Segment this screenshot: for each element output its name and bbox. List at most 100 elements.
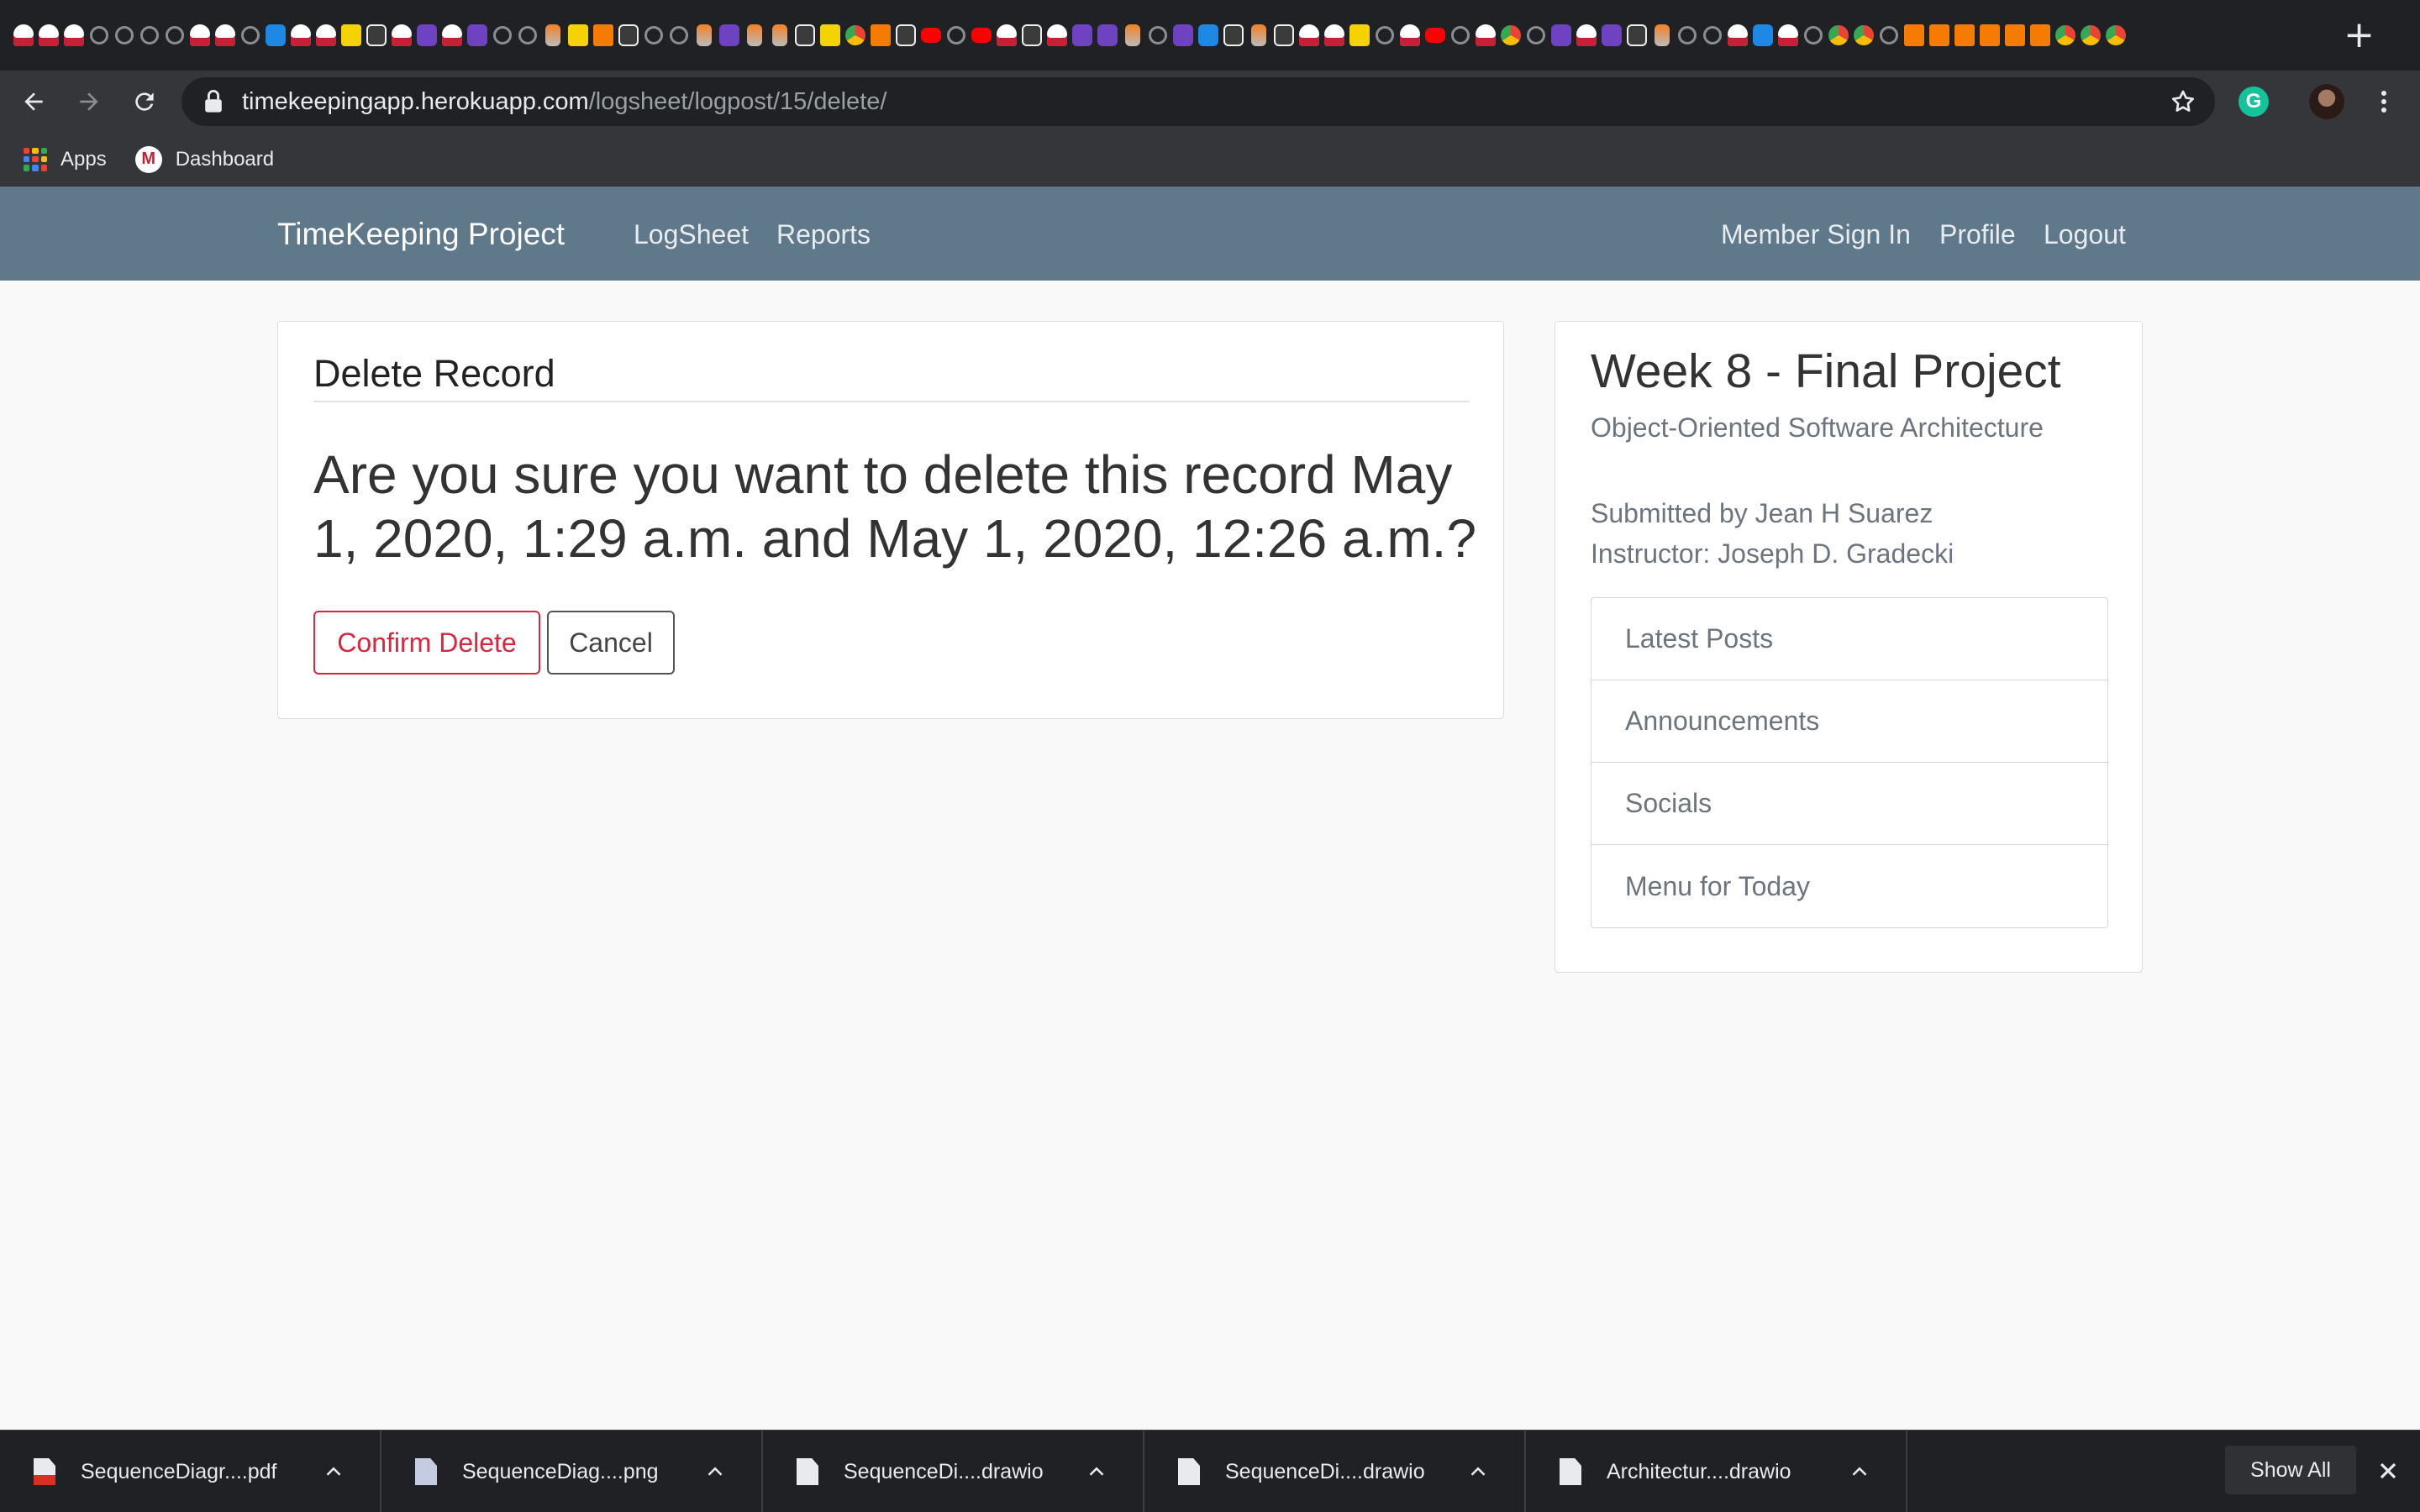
tab-favicon[interactable]: [718, 22, 741, 49]
tab-favicon[interactable]: [869, 22, 892, 49]
tab-favicon[interactable]: [1197, 22, 1220, 49]
tab-favicon[interactable]: [1776, 22, 1800, 49]
download-item[interactable]: SequenceDiagr....pdf: [0, 1431, 381, 1512]
confirm-delete-button[interactable]: Confirm Delete: [313, 611, 540, 675]
bookmark-star-icon[interactable]: [2170, 88, 2196, 115]
tab-favicon[interactable]: [1827, 22, 1850, 49]
sidebar-item-latest-posts[interactable]: Latest Posts: [1591, 598, 2107, 680]
browser-menu-icon[interactable]: [2370, 87, 2398, 116]
tab-favicon[interactable]: [642, 22, 666, 49]
close-icon[interactable]: [2375, 1457, 2402, 1484]
tab-favicon[interactable]: [62, 22, 86, 49]
tab-favicon[interactable]: [541, 22, 565, 49]
tab-favicon[interactable]: [592, 22, 615, 49]
profile-avatar[interactable]: [2309, 84, 2344, 119]
tab-favicon[interactable]: [239, 22, 262, 49]
bookmark-dashboard[interactable]: M Dashboard: [134, 145, 274, 173]
tab-favicon[interactable]: [1398, 22, 1422, 49]
sidebar-item-menu-for-today[interactable]: Menu for Today: [1591, 845, 2107, 927]
tab-favicon[interactable]: [1928, 22, 1951, 49]
tab-favicon[interactable]: [1499, 22, 1523, 49]
chevron-up-icon[interactable]: [702, 1459, 728, 1484]
download-item[interactable]: SequenceDi....drawio: [1144, 1431, 1526, 1512]
address-bar[interactable]: timekeepingapp.herokuapp.com/logsheet/lo…: [182, 77, 2215, 126]
tab-favicon[interactable]: [2028, 22, 2052, 49]
tab-favicon[interactable]: [1247, 22, 1270, 49]
tab-favicon[interactable]: [1902, 22, 1926, 49]
tab-favicon[interactable]: [1474, 22, 1497, 49]
tab-favicon[interactable]: [1877, 22, 1901, 49]
new-tab-button[interactable]: +: [2344, 17, 2375, 54]
tab-favicon[interactable]: [415, 22, 439, 49]
nav-logout[interactable]: Logout: [2044, 219, 2126, 250]
tab-favicon[interactable]: [138, 22, 161, 49]
tab-favicon[interactable]: [743, 22, 766, 49]
tab-favicon[interactable]: [1272, 22, 1296, 49]
tab-favicon[interactable]: [1222, 22, 1245, 49]
tab-favicon[interactable]: [1600, 22, 1623, 49]
tab-favicon[interactable]: [970, 22, 993, 49]
tab-favicon[interactable]: [264, 22, 287, 49]
tab-favicon[interactable]: [2104, 22, 2128, 49]
tab-favicon[interactable]: [1121, 22, 1144, 49]
tab-favicon[interactable]: [1373, 22, 1397, 49]
tab-favicon[interactable]: [466, 22, 489, 49]
tab-favicon[interactable]: [919, 22, 943, 49]
tab-favicon[interactable]: [87, 22, 111, 49]
show-all-downloads-button[interactable]: Show All: [2225, 1446, 2356, 1494]
tab-favicon[interactable]: [188, 22, 212, 49]
nav-reports[interactable]: Reports: [776, 219, 871, 250]
tab-favicon[interactable]: [667, 22, 691, 49]
tab-favicon[interactable]: [1146, 22, 1170, 49]
download-item[interactable]: SequenceDiag....png: [381, 1431, 763, 1512]
tab-favicon[interactable]: [793, 22, 817, 49]
tab-favicon[interactable]: [2079, 22, 2102, 49]
tab-favicon[interactable]: [440, 22, 464, 49]
tab-favicon[interactable]: [1852, 22, 1876, 49]
tab-favicon[interactable]: [339, 22, 363, 49]
tab-favicon[interactable]: [1549, 22, 1573, 49]
tab-favicon[interactable]: [1676, 22, 1699, 49]
tab-favicon[interactable]: [163, 22, 187, 49]
tab-favicon[interactable]: [1348, 22, 1371, 49]
tab-favicon[interactable]: [1096, 22, 1119, 49]
sidebar-item-socials[interactable]: Socials: [1591, 763, 2107, 845]
tab-favicon[interactable]: [818, 22, 842, 49]
sidebar-item-announcements[interactable]: Announcements: [1591, 680, 2107, 763]
tab-favicon[interactable]: [1524, 22, 1548, 49]
chevron-up-icon[interactable]: [1084, 1459, 1109, 1484]
reload-button[interactable]: [123, 80, 166, 123]
download-item[interactable]: SequenceDi....drawio: [763, 1431, 1144, 1512]
tab-favicon[interactable]: [894, 22, 918, 49]
tab-favicon[interactable]: [1625, 22, 1649, 49]
tab-favicon[interactable]: [1297, 22, 1321, 49]
tab-favicon[interactable]: [12, 22, 35, 49]
tab-favicon[interactable]: [516, 22, 539, 49]
nav-logsheet[interactable]: LogSheet: [634, 219, 749, 250]
tab-favicon[interactable]: [617, 22, 640, 49]
brand-link[interactable]: TimeKeeping Project: [277, 217, 565, 252]
tab-favicon[interactable]: [1323, 22, 1346, 49]
bookmark-apps[interactable]: Apps: [24, 147, 107, 171]
forward-button[interactable]: [67, 80, 111, 123]
tab-favicon[interactable]: [1650, 22, 1674, 49]
tab-favicon[interactable]: [944, 22, 968, 49]
tab-favicon[interactable]: [213, 22, 237, 49]
tab-favicon[interactable]: [289, 22, 313, 49]
tab-favicon[interactable]: [1726, 22, 1749, 49]
tab-favicon[interactable]: [37, 22, 60, 49]
tab-favicon[interactable]: [2054, 22, 2077, 49]
tab-favicon[interactable]: [1802, 22, 1825, 49]
tab-favicon[interactable]: [1020, 22, 1044, 49]
tab-favicon[interactable]: [390, 22, 413, 49]
tab-favicon[interactable]: [491, 22, 514, 49]
tab-favicon[interactable]: [1978, 22, 2002, 49]
tab-favicon[interactable]: [1171, 22, 1195, 49]
tab-favicon[interactable]: [1575, 22, 1598, 49]
tab-favicon[interactable]: [1423, 22, 1447, 49]
tab-favicon[interactable]: [1701, 22, 1724, 49]
back-button[interactable]: [12, 80, 55, 123]
tab-favicon[interactable]: [1071, 22, 1094, 49]
tab-favicon[interactable]: [844, 22, 867, 49]
tab-favicon[interactable]: [768, 22, 792, 49]
